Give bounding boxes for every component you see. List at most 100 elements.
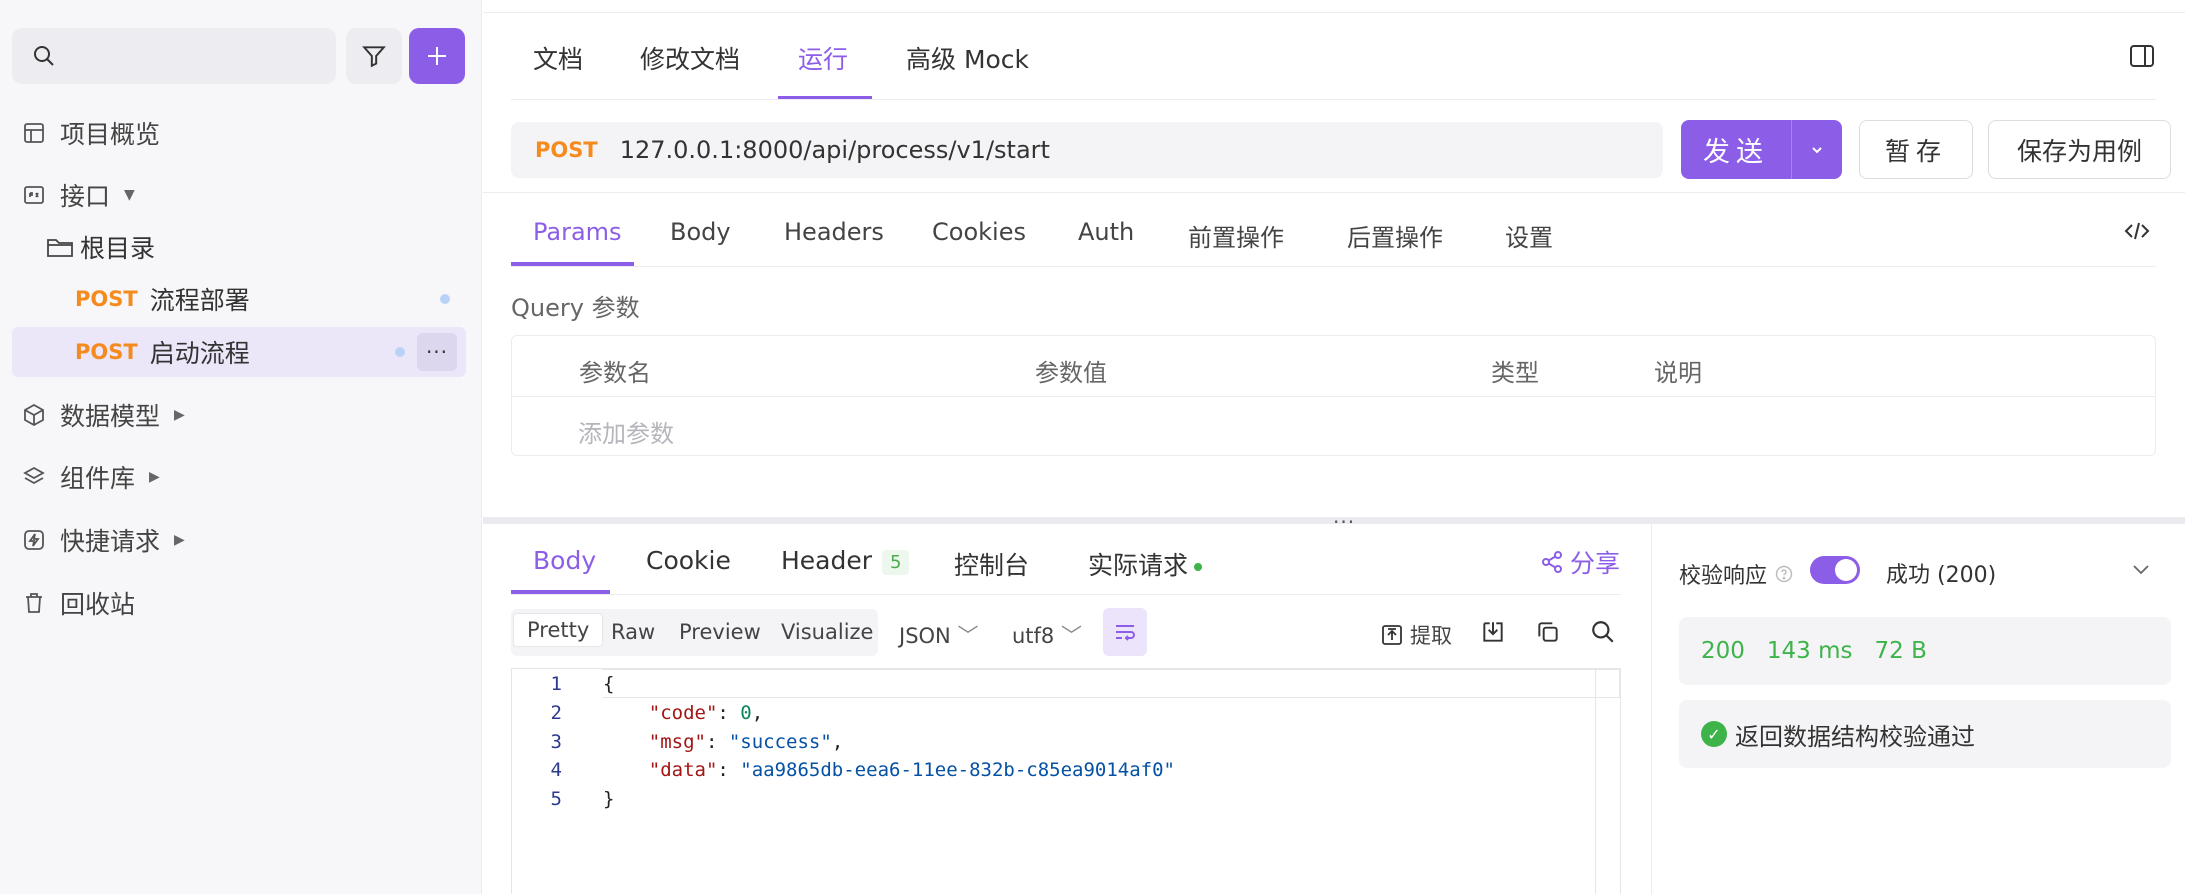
wrap-lines-button[interactable] bbox=[1103, 608, 1147, 656]
tab-doc[interactable]: 文档 bbox=[533, 40, 583, 76]
json-key: "data" bbox=[648, 759, 718, 781]
verify-label: 校验响应 bbox=[1679, 564, 1768, 589]
verify-response: 校验响应 bbox=[1679, 558, 1793, 590]
nav-components[interactable]: 组件库 ▶ bbox=[20, 457, 160, 497]
col-name: 参数名 bbox=[579, 359, 651, 387]
copy-icon[interactable] bbox=[1535, 619, 1561, 645]
save-case-button[interactable]: 保存为用例 bbox=[1988, 120, 2171, 179]
verify-toggle[interactable] bbox=[1810, 556, 1860, 584]
caret-down-icon: ▼ bbox=[124, 187, 135, 203]
plus-icon bbox=[428, 47, 446, 65]
status-dot bbox=[1194, 563, 1203, 571]
resp-tab-header[interactable]: Header 5 bbox=[781, 546, 910, 575]
tree-item-deploy[interactable]: POST 流程部署 bbox=[75, 279, 250, 319]
tree-item-label: 启动流程 bbox=[149, 339, 250, 368]
validation-result: ✓ 返回数据结构校验通过 bbox=[1679, 700, 2171, 768]
line-number: 3 bbox=[550, 731, 562, 753]
json-value: "success" bbox=[728, 731, 832, 753]
overview-icon bbox=[20, 119, 48, 147]
trash-icon bbox=[20, 589, 48, 617]
resp-tab-header-label: Header bbox=[781, 546, 873, 575]
resp-tab-actual[interactable]: 实际请求 bbox=[1088, 546, 1203, 582]
add-param-input[interactable]: 添加参数 bbox=[578, 414, 674, 449]
format-preview[interactable]: Preview bbox=[679, 620, 761, 644]
nav-data-models[interactable]: 数据模型 ▶ bbox=[20, 395, 185, 435]
nav-overview-label: 项目概览 bbox=[60, 120, 161, 149]
chevron-down-icon[interactable] bbox=[2130, 558, 2152, 580]
status-dot bbox=[440, 294, 450, 304]
resp-tab-console[interactable]: 控制台 bbox=[954, 546, 1029, 582]
url-input[interactable]: 127.0.0.1:8000/api/process/v1/start bbox=[620, 136, 1050, 164]
tab-headers[interactable]: Headers bbox=[784, 218, 884, 246]
share-icon bbox=[1542, 551, 1562, 573]
nav-quick-requests[interactable]: 快捷请求 ▶ bbox=[20, 520, 185, 560]
response-time: 143 ms bbox=[1766, 638, 1853, 664]
encoding-select[interactable]: utf8 ﹀ bbox=[1012, 620, 1082, 650]
format-visualize[interactable]: Visualize bbox=[781, 620, 873, 644]
extract-button[interactable]: 提取 bbox=[1380, 620, 1452, 650]
add-button[interactable] bbox=[409, 28, 465, 84]
folder-icon bbox=[46, 235, 74, 259]
nav-overview[interactable]: 项目概览 bbox=[20, 113, 160, 153]
tab-edit-doc[interactable]: 修改文档 bbox=[640, 40, 740, 76]
params-table: 参数名 参数值 类型 说明 添加参数 bbox=[511, 335, 2156, 456]
response-stats: 200 143 ms 72 B bbox=[1679, 617, 2171, 685]
extract-label: 提取 bbox=[1410, 624, 1452, 648]
send-label[interactable]: 发送 bbox=[1681, 120, 1792, 179]
tab-pre-ops[interactable]: 前置操作 bbox=[1188, 218, 1284, 253]
line-number: 2 bbox=[550, 702, 562, 724]
help-icon[interactable] bbox=[1775, 565, 1793, 583]
tree-root[interactable]: 根目录 bbox=[46, 227, 155, 267]
encoding-value: utf8 bbox=[1012, 624, 1055, 648]
nav-interfaces[interactable]: 接口 ▼ bbox=[20, 175, 135, 215]
editor-scrollbar[interactable] bbox=[1595, 668, 1596, 894]
response-editor[interactable]: 1 2 3 4 5 { "code": 0, "msg": "success",… bbox=[511, 668, 1621, 894]
caret-right-icon: ▶ bbox=[149, 469, 160, 485]
json-value: "aa9865db-eea6-11ee-832b-c85ea9014af0" bbox=[740, 759, 1175, 781]
format-pretty[interactable]: Pretty bbox=[513, 613, 604, 647]
nav-trash-label: 回收站 bbox=[60, 590, 136, 619]
line-number: 5 bbox=[550, 788, 562, 810]
json-key: "msg" bbox=[648, 731, 706, 753]
tab-mock[interactable]: 高级 Mock bbox=[906, 40, 1029, 76]
col-type: 类型 bbox=[1491, 359, 1539, 387]
download-icon[interactable] bbox=[1480, 619, 1506, 645]
search-icon[interactable] bbox=[1590, 619, 1616, 645]
code-icon[interactable] bbox=[2123, 219, 2151, 243]
caret-right-icon: ▶ bbox=[174, 407, 185, 423]
lightning-icon bbox=[20, 526, 48, 554]
send-dropdown[interactable] bbox=[1792, 120, 1842, 179]
tab-body[interactable]: Body bbox=[670, 218, 731, 246]
nav-trash[interactable]: 回收站 bbox=[20, 583, 135, 623]
send-button[interactable]: 发送 bbox=[1681, 120, 1842, 179]
col-desc: 说明 bbox=[1654, 359, 1702, 387]
save-draft-button[interactable]: 暂存 bbox=[1859, 120, 1973, 179]
tree-root-label: 根目录 bbox=[80, 234, 156, 263]
search-input[interactable] bbox=[12, 28, 336, 84]
splitter-grip[interactable]: ··· bbox=[1333, 510, 1355, 534]
tab-settings[interactable]: 设置 bbox=[1505, 218, 1553, 253]
response-status-select[interactable]: 成功 (200) bbox=[1886, 557, 1996, 589]
tab-post-ops[interactable]: 后置操作 bbox=[1347, 218, 1443, 253]
share-button[interactable]: 分享 bbox=[1540, 544, 1620, 580]
tab-auth[interactable]: Auth bbox=[1078, 218, 1134, 246]
tab-run[interactable]: 运行 bbox=[798, 40, 848, 76]
resp-tab-cookie[interactable]: Cookie bbox=[646, 546, 731, 575]
code-line: "code": 0, bbox=[648, 702, 764, 724]
code-line: "data": "aa9865db-eea6-11ee-832b-c85ea90… bbox=[648, 759, 1175, 781]
resp-tab-body[interactable]: Body bbox=[533, 546, 596, 575]
panel-toggle-icon[interactable] bbox=[2129, 43, 2155, 69]
filter-button[interactable] bbox=[346, 28, 402, 84]
tree-item-start[interactable]: POST 启动流程 bbox=[75, 332, 250, 372]
url-method[interactable]: POST bbox=[535, 138, 598, 162]
tab-params[interactable]: Params bbox=[533, 218, 622, 246]
divider bbox=[483, 192, 2185, 193]
more-button[interactable]: ··· bbox=[417, 333, 457, 371]
format-raw[interactable]: Raw bbox=[611, 620, 655, 644]
tab-cookies[interactable]: Cookies bbox=[932, 218, 1026, 246]
content-type-select[interactable]: JSON ﹀ bbox=[899, 620, 978, 650]
json-key: "code" bbox=[648, 702, 718, 724]
url-bar[interactable]: POST 127.0.0.1:8000/api/process/v1/start bbox=[511, 122, 1663, 178]
caret-right-icon: ▶ bbox=[174, 532, 185, 548]
col-value: 参数值 bbox=[1035, 359, 1107, 387]
